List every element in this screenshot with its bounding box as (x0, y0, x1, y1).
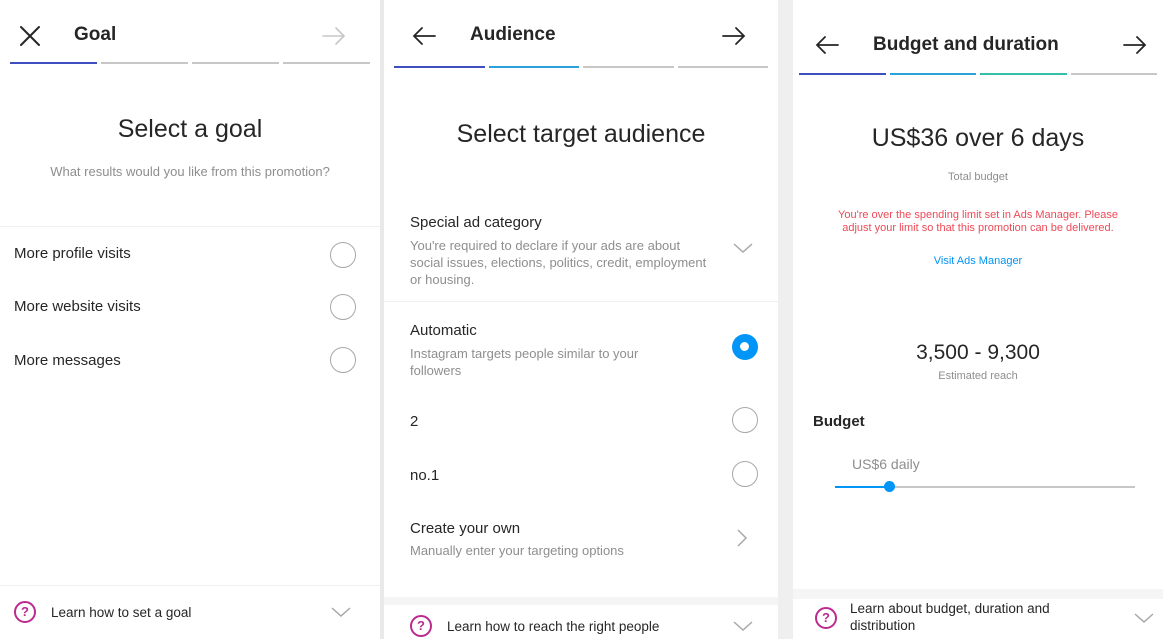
step-bar (799, 73, 886, 75)
radio-option-no1[interactable] (732, 461, 758, 487)
audience-header: Audience (384, 0, 778, 68)
help-icon: ? (14, 601, 36, 623)
arrow-right-icon[interactable] (320, 22, 348, 50)
goal-screen: Goal Select a goal What results would yo… (0, 0, 380, 639)
special-ad-title: Special ad category (410, 214, 542, 231)
radio-automatic[interactable] (732, 334, 758, 360)
chevron-down-icon[interactable] (732, 241, 754, 255)
arrow-left-icon[interactable] (410, 22, 438, 50)
automatic-desc: Instagram targets people similar to your… (410, 346, 639, 378)
audience-option-no1[interactable]: no.1 (410, 467, 439, 484)
budget-screen: Budget and duration US$36 over 6 days To… (793, 0, 1163, 639)
step-bar (677, 66, 768, 68)
arrow-right-icon[interactable] (720, 22, 748, 50)
page-subtitle: What results would you like from this pr… (50, 164, 330, 179)
audience-option-automatic[interactable]: Automatic (410, 322, 477, 339)
special-ad-desc: You're required to declare if your ads a… (410, 238, 707, 287)
panel-divider (778, 0, 793, 639)
help-text[interactable]: Learn about budget, duration and distrib… (850, 600, 1090, 634)
help-icon: ? (410, 615, 432, 637)
step-bar (394, 66, 485, 68)
visit-ads-manager-link[interactable]: Visit Ads Manager (793, 255, 1163, 267)
chevron-right-icon[interactable] (736, 528, 748, 548)
divider (384, 301, 778, 302)
step-bar (283, 62, 370, 64)
slider-fill (835, 486, 889, 488)
progress-steps (394, 66, 768, 68)
step-bar (583, 66, 674, 68)
arrow-left-icon[interactable] (813, 31, 841, 59)
budget-title: Budget and duration (873, 34, 1059, 55)
progress-steps (10, 62, 370, 64)
daily-budget-value: US$6 daily (852, 456, 920, 472)
step-bar (889, 73, 976, 75)
total-budget-label: Total budget (948, 171, 1008, 183)
slider-thumb[interactable] (884, 481, 895, 492)
step-bar (101, 62, 188, 64)
help-text[interactable]: Learn how to reach the right people (447, 618, 659, 635)
close-icon[interactable] (16, 22, 44, 50)
radio-messages[interactable] (330, 347, 356, 373)
radio-website-visits[interactable] (330, 294, 356, 320)
page-title: Select a goal (117, 115, 263, 143)
progress-steps (799, 73, 1157, 75)
estimated-reach-label: Estimated reach (938, 370, 1018, 382)
spending-limit-warning: You're over the spending limit set in Ad… (838, 209, 1118, 234)
step-bar (192, 62, 279, 64)
goal-title: Goal (74, 24, 117, 45)
help-text[interactable]: Learn how to set a goal (51, 604, 191, 621)
help-icon: ? (815, 607, 837, 629)
goal-option-profile-visits[interactable]: More profile visits (14, 245, 131, 262)
create-your-own-title: Create your own (410, 520, 521, 537)
step-bar (488, 66, 579, 68)
audience-screen: Audience Select target audience Special … (384, 0, 778, 639)
step-bar (980, 73, 1067, 75)
total-budget-headline: US$36 over 6 days (871, 124, 1085, 152)
budget-section-label: Budget (813, 413, 865, 430)
page-title: Select target audience (456, 120, 706, 148)
audience-option-2[interactable]: 2 (410, 413, 418, 430)
goal-header: Goal (0, 0, 380, 64)
estimated-reach-value: 3,500 - 9,300 (916, 341, 1040, 364)
radio-profile-visits[interactable] (330, 242, 356, 268)
budget-header: Budget and duration (793, 0, 1163, 75)
budget-slider[interactable] (835, 481, 1135, 492)
help-footer[interactable]: ? Learn how to set a goal (0, 585, 380, 639)
step-bar (1070, 73, 1157, 75)
chevron-down-icon[interactable] (732, 619, 754, 633)
audience-title: Audience (470, 24, 556, 45)
create-your-own-desc: Manually enter your targeting options (410, 543, 624, 558)
chevron-down-icon[interactable] (330, 605, 352, 619)
help-footer[interactable]: ? Learn about budget, duration and distr… (793, 589, 1163, 639)
chevron-down-icon[interactable] (1133, 611, 1155, 625)
radio-option-2[interactable] (732, 407, 758, 433)
arrow-right-icon[interactable] (1121, 31, 1149, 59)
goal-option-messages[interactable]: More messages (14, 352, 121, 369)
divider (0, 226, 380, 227)
goal-option-website-visits[interactable]: More website visits (14, 298, 141, 315)
step-bar (10, 62, 97, 64)
help-footer[interactable]: ? Learn how to reach the right people (384, 597, 778, 639)
